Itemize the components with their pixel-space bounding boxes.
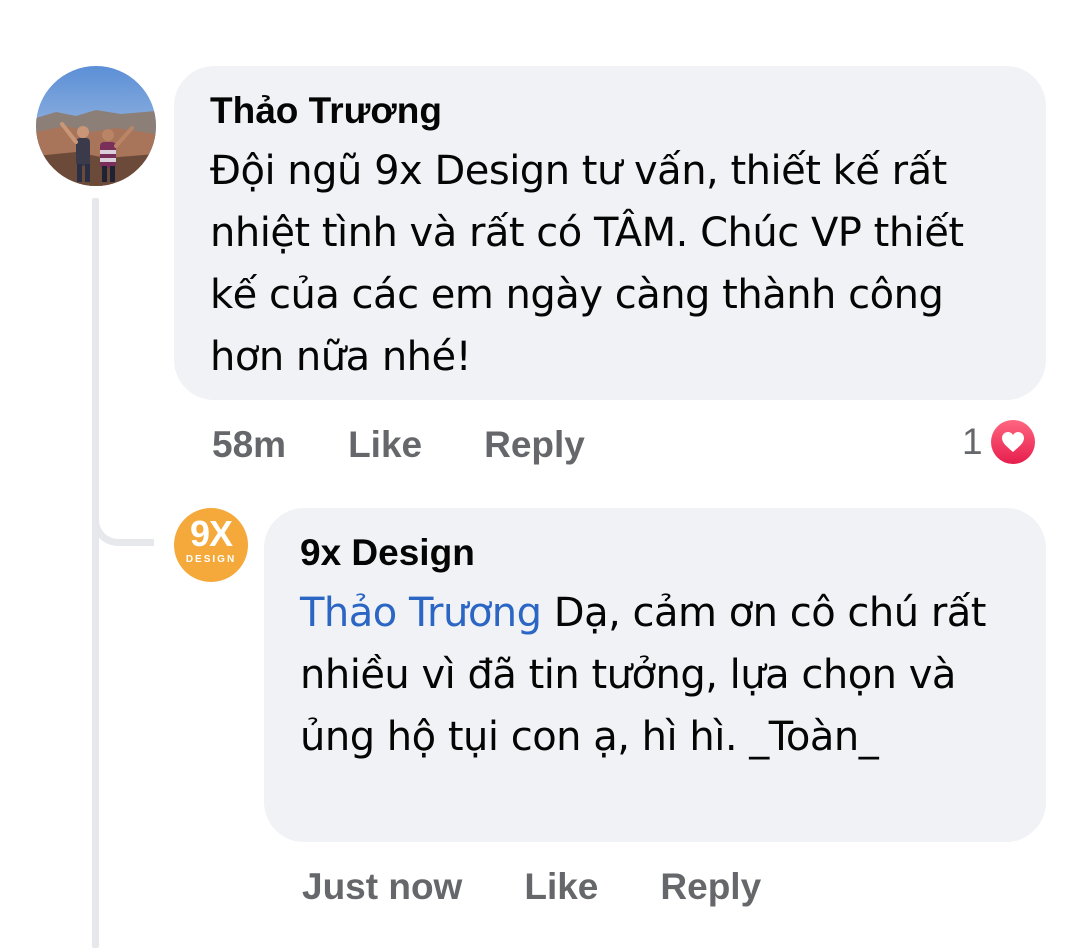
comment-author[interactable]: 9x Design bbox=[300, 530, 1010, 576]
comment-author[interactable]: Thảo Trương bbox=[210, 88, 1010, 134]
reply-bubble[interactable]: 9x Design Thảo Trương Dạ, cảm ơn cô chú … bbox=[264, 508, 1046, 842]
reaction-count: 1 bbox=[962, 421, 983, 462]
reply-connector-branch bbox=[92, 500, 154, 546]
comment-actions: 58m Like Reply bbox=[212, 422, 585, 468]
comment-actions: Just now Like Reply bbox=[302, 864, 761, 910]
comment-timestamp[interactable]: Just now bbox=[302, 864, 462, 910]
logo-text: 9X bbox=[189, 513, 233, 554]
avatar[interactable]: 9X DESIGN bbox=[174, 508, 248, 582]
comment-timestamp[interactable]: 58m bbox=[212, 422, 286, 468]
like-button[interactable]: Like bbox=[524, 864, 598, 910]
comment-thread: Thảo Trương Đội ngũ 9x Design tư vấn, th… bbox=[0, 0, 1080, 948]
reply-button[interactable]: Reply bbox=[484, 422, 585, 468]
avatar[interactable] bbox=[36, 66, 156, 186]
heart-icon bbox=[988, 418, 1037, 466]
comment-text: Thảo Trương Dạ, cảm ơn cô chú rất nhiều … bbox=[300, 582, 1010, 768]
comment-bubble[interactable]: Thảo Trương Đội ngũ 9x Design tư vấn, th… bbox=[174, 66, 1046, 400]
comment-text: Đội ngũ 9x Design tư vấn, thiết kế rất n… bbox=[210, 148, 964, 380]
reaction-summary[interactable]: 1 bbox=[962, 418, 1037, 466]
like-button[interactable]: Like bbox=[348, 422, 422, 468]
logo-subtext: DESIGN bbox=[185, 554, 237, 565]
profile-photo-icon bbox=[36, 66, 156, 186]
mention-link[interactable]: Thảo Trương bbox=[300, 590, 542, 636]
reply-button[interactable]: Reply bbox=[660, 864, 761, 910]
thread-connector-line bbox=[92, 198, 99, 948]
